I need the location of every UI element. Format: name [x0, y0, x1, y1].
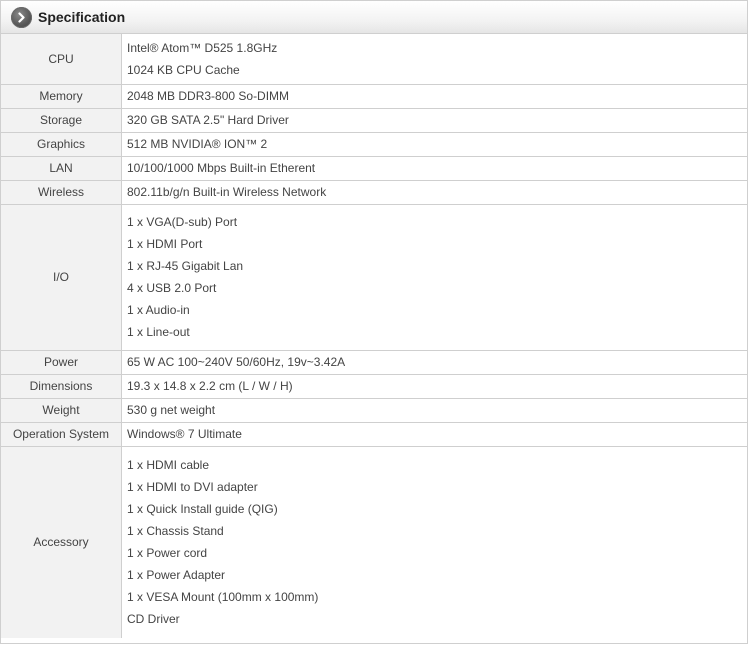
spec-row-operation-system: Operation System Windows® 7 Ultimate — [1, 422, 747, 447]
spec-value-line: 1 x Power Adapter — [127, 568, 226, 583]
spec-row-i-o: I/O 1 x VGA(D-sub) Port 1 x HDMI Port 1 x R… — [1, 204, 747, 351]
spec-label: Graphics — [1, 132, 122, 157]
spec-value-line: 1 x Quick Install guide (QIG) — [127, 502, 278, 517]
spec-value-line: Windows® 7 Ultimate — [127, 427, 242, 441]
spec-value-line: 1 x Chassis Stand — [127, 524, 224, 539]
spec-value: 1 x HDMI cable 1 x HDMI to DVI adapter 1 x… — [122, 446, 748, 638]
spec-label: Operation System — [1, 422, 122, 447]
spec-row-memory: Memory 2048 MB DDR3-800 So-DIMM — [1, 84, 747, 109]
spec-value-line: 1 x VESA Mount (100mm x 100mm) — [127, 590, 319, 605]
spec-value: 512 MB NVIDIA® ION™ 2 — [121, 132, 747, 157]
spec-row-lan: LAN 10/100/1000 Mbps Built-in Etherent — [1, 156, 747, 181]
spec-value-line: 2048 MB DDR3-800 So-DIMM — [127, 89, 290, 103]
spec-value-line: 530 g net weight — [127, 403, 216, 417]
spec-value-line: 320 GB SATA 2.5" Hard Driver — [127, 113, 289, 127]
spec-value-line: Intel® Atom™ D525 1.8GHz — [127, 40, 278, 55]
spec-label: LAN — [1, 156, 122, 181]
spec-value-line: 802.11b/g/n Built-in Wireless Network — [127, 185, 327, 199]
specification-title: Specification — [38, 9, 126, 25]
spec-value-line: 1 x VGA(D-sub) Port — [127, 215, 238, 229]
spec-label: CPU — [1, 34, 122, 85]
spec-row-power: Power 65 W AC 100~240V 50/60Hz, 19v~3.42A — [1, 350, 747, 375]
spec-value: 10/100/1000 Mbps Built-in Etherent — [121, 156, 747, 181]
spec-row-wireless: Wireless 802.11b/g/n Built-in Wireless Ne… — [1, 180, 747, 205]
spec-row-storage: Storage 320 GB SATA 2.5" Hard Driver — [1, 108, 747, 133]
spec-label: Power — [1, 350, 122, 375]
spec-value-line: 1 x Power cord — [127, 546, 208, 561]
spec-value-line: 512 MB NVIDIA® ION™ 2 — [127, 137, 268, 151]
spec-value-line: 1 x HDMI Port — [127, 237, 203, 251]
spec-value-line: 4 x USB 2.0 Port — [127, 281, 217, 295]
spec-row-cpu: CPU Intel® Atom™ D525 1.8GHz 1024 KB CPU C… — [1, 34, 747, 85]
spec-row-weight: Weight 530 g net weight — [1, 398, 747, 423]
spec-value-line: 1 x RJ-45 Gigabit Lan — [127, 259, 244, 273]
spec-label: Weight — [1, 398, 122, 423]
chevron-right-icon — [11, 6, 32, 28]
spec-value-line: 1 x Line-out — [127, 325, 190, 339]
spec-value-line: 65 W AC 100~240V 50/60Hz, 19v~3.42A — [127, 355, 346, 369]
spec-value-line: 19.3 x 14.8 x 2.2 cm (L / W / H) — [127, 379, 293, 393]
spec-value: 320 GB SATA 2.5" Hard Driver — [121, 108, 747, 133]
spec-table: CPU Intel® Atom™ D525 1.8GHz 1024 KB CPU C… — [1, 34, 747, 638]
spec-value: Intel® Atom™ D525 1.8GHz 1024 KB CPU Cach… — [121, 34, 747, 85]
spec-label: Dimensions — [1, 374, 122, 399]
spec-value: 19.3 x 14.8 x 2.2 cm (L / W / H) — [121, 374, 747, 399]
spec-value: 802.11b/g/n Built-in Wireless Network — [121, 180, 747, 205]
spec-label: I/O — [1, 204, 122, 351]
spec-value-line: 10/100/1000 Mbps Built-in Etherent — [127, 161, 316, 175]
spec-row-accessory: Accessory 1 x HDMI cable 1 x HDMI to DVI a… — [1, 446, 747, 638]
spec-label: Memory — [1, 84, 122, 109]
spec-value: 530 g net weight — [121, 398, 747, 423]
spec-value: 65 W AC 100~240V 50/60Hz, 19v~3.42A — [121, 350, 747, 375]
spec-row-graphics: Graphics 512 MB NVIDIA® ION™ 2 — [1, 132, 747, 157]
spec-value: 1 x VGA(D-sub) Port 1 x HDMI Port 1 x RJ-4… — [121, 204, 747, 351]
spec-value-line: 1 x HDMI cable — [127, 458, 210, 473]
spec-value: Windows® 7 Ultimate — [121, 422, 747, 447]
spec-label: Wireless — [1, 180, 122, 205]
spec-value-line: CD Driver — [127, 612, 180, 627]
spec-value-line: 1024 KB CPU Cache — [127, 62, 240, 77]
spec-value: 2048 MB DDR3-800 So-DIMM — [121, 84, 747, 109]
spec-label: Accessory — [1, 446, 122, 638]
spec-row-dimensions: Dimensions 19.3 x 14.8 x 2.2 cm (L / W / … — [1, 374, 747, 399]
specification-panel: Specification CPU Intel® Atom™ D525 1.8GH… — [0, 0, 748, 644]
spec-label: Storage — [1, 108, 122, 133]
spec-value-line: 1 x Audio-in — [127, 303, 190, 317]
spec-value-line: 1 x HDMI to DVI adapter — [127, 480, 258, 495]
specification-header: Specification — [1, 1, 747, 34]
